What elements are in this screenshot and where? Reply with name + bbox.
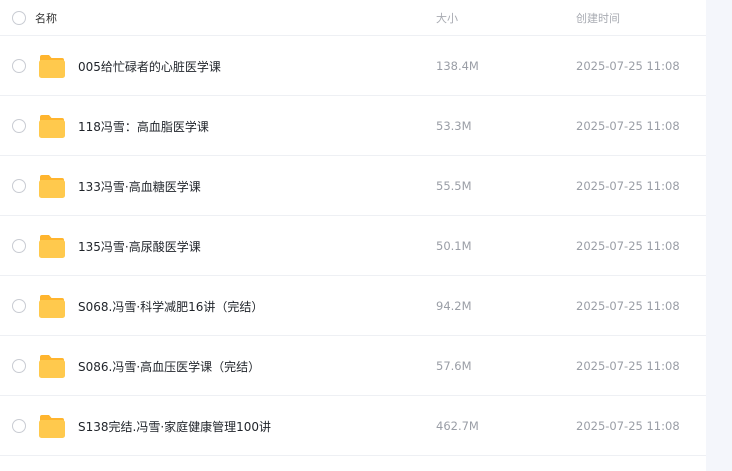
file-size: 53.3M — [436, 119, 472, 133]
row-checkbox[interactable] — [12, 179, 26, 193]
folder-icon — [38, 293, 66, 319]
folder-icon — [38, 173, 66, 199]
table-row[interactable]: S138完结.冯雪·家庭健康管理100讲 462.7M 2025-07-25 11:… — [0, 396, 706, 456]
file-size: 50.1M — [436, 239, 472, 253]
table-row[interactable]: S086.冯雪·高血压医学课（完结） 57.6M 2025-07-25 11:08 — [0, 336, 706, 396]
file-created-time: 2025-07-25 11:08 — [576, 119, 680, 133]
row-checkbox[interactable] — [12, 59, 26, 73]
column-header-created[interactable]: 创建时间 — [576, 10, 620, 26]
folder-icon — [38, 53, 66, 79]
file-size: 57.6M — [436, 359, 472, 373]
folder-icon — [38, 353, 66, 379]
file-name[interactable]: S086.冯雪·高血压医学课（完结） — [78, 358, 260, 375]
table-header: 名称 大小 创建时间 — [0, 0, 706, 36]
row-checkbox[interactable] — [12, 299, 26, 313]
file-name[interactable]: 135冯雪·高尿酸医学课 — [78, 238, 201, 255]
file-table: 名称 大小 创建时间 005给忙碌者的心脏医学课 138.4M 2025-07-25… — [0, 0, 706, 456]
file-size: 138.4M — [436, 59, 479, 73]
table-row[interactable]: 118冯雪：高血脂医学课 53.3M 2025-07-25 11:08 — [0, 96, 706, 156]
table-row[interactable]: 005给忙碌者的心脏医学课 138.4M 2025-07-25 11:08 — [0, 36, 706, 96]
file-name[interactable]: 133冯雪·高血糖医学课 — [78, 178, 201, 195]
file-name[interactable]: 118冯雪：高血脂医学课 — [78, 118, 209, 135]
table-body: 005给忙碌者的心脏医学课 138.4M 2025-07-25 11:08 118冯雪… — [0, 36, 706, 456]
file-name[interactable]: S068.冯雪·科学减肥16讲（完结） — [78, 298, 263, 315]
file-name[interactable]: 005给忙碌者的心脏医学课 — [78, 58, 221, 75]
select-all-checkbox[interactable] — [12, 11, 26, 25]
file-created-time: 2025-07-25 11:08 — [576, 299, 680, 313]
row-checkbox[interactable] — [12, 359, 26, 373]
file-created-time: 2025-07-25 11:08 — [576, 239, 680, 253]
file-created-time: 2025-07-25 11:08 — [576, 59, 680, 73]
file-size: 55.5M — [436, 179, 472, 193]
column-header-size[interactable]: 大小 — [436, 10, 458, 26]
file-created-time: 2025-07-25 11:08 — [576, 179, 680, 193]
table-row[interactable]: 135冯雪·高尿酸医学课 50.1M 2025-07-25 11:08 — [0, 216, 706, 276]
table-row[interactable]: S068.冯雪·科学减肥16讲（完结） 94.2M 2025-07-25 11:08 — [0, 276, 706, 336]
column-header-name[interactable]: 名称 — [35, 10, 57, 26]
file-size: 94.2M — [436, 299, 472, 313]
folder-icon — [38, 233, 66, 259]
row-checkbox[interactable] — [12, 119, 26, 133]
folder-icon — [38, 113, 66, 139]
right-panel-edge — [706, 0, 732, 471]
file-list-page: 名称 大小 创建时间 005给忙碌者的心脏医学课 138.4M 2025-07-25… — [0, 0, 732, 471]
file-name[interactable]: S138完结.冯雪·家庭健康管理100讲 — [78, 418, 271, 435]
row-checkbox[interactable] — [12, 419, 26, 433]
folder-icon — [38, 413, 66, 439]
file-created-time: 2025-07-25 11:08 — [576, 359, 680, 373]
table-row[interactable]: 133冯雪·高血糖医学课 55.5M 2025-07-25 11:08 — [0, 156, 706, 216]
file-size: 462.7M — [436, 419, 479, 433]
row-checkbox[interactable] — [12, 239, 26, 253]
file-created-time: 2025-07-25 11:08 — [576, 419, 680, 433]
